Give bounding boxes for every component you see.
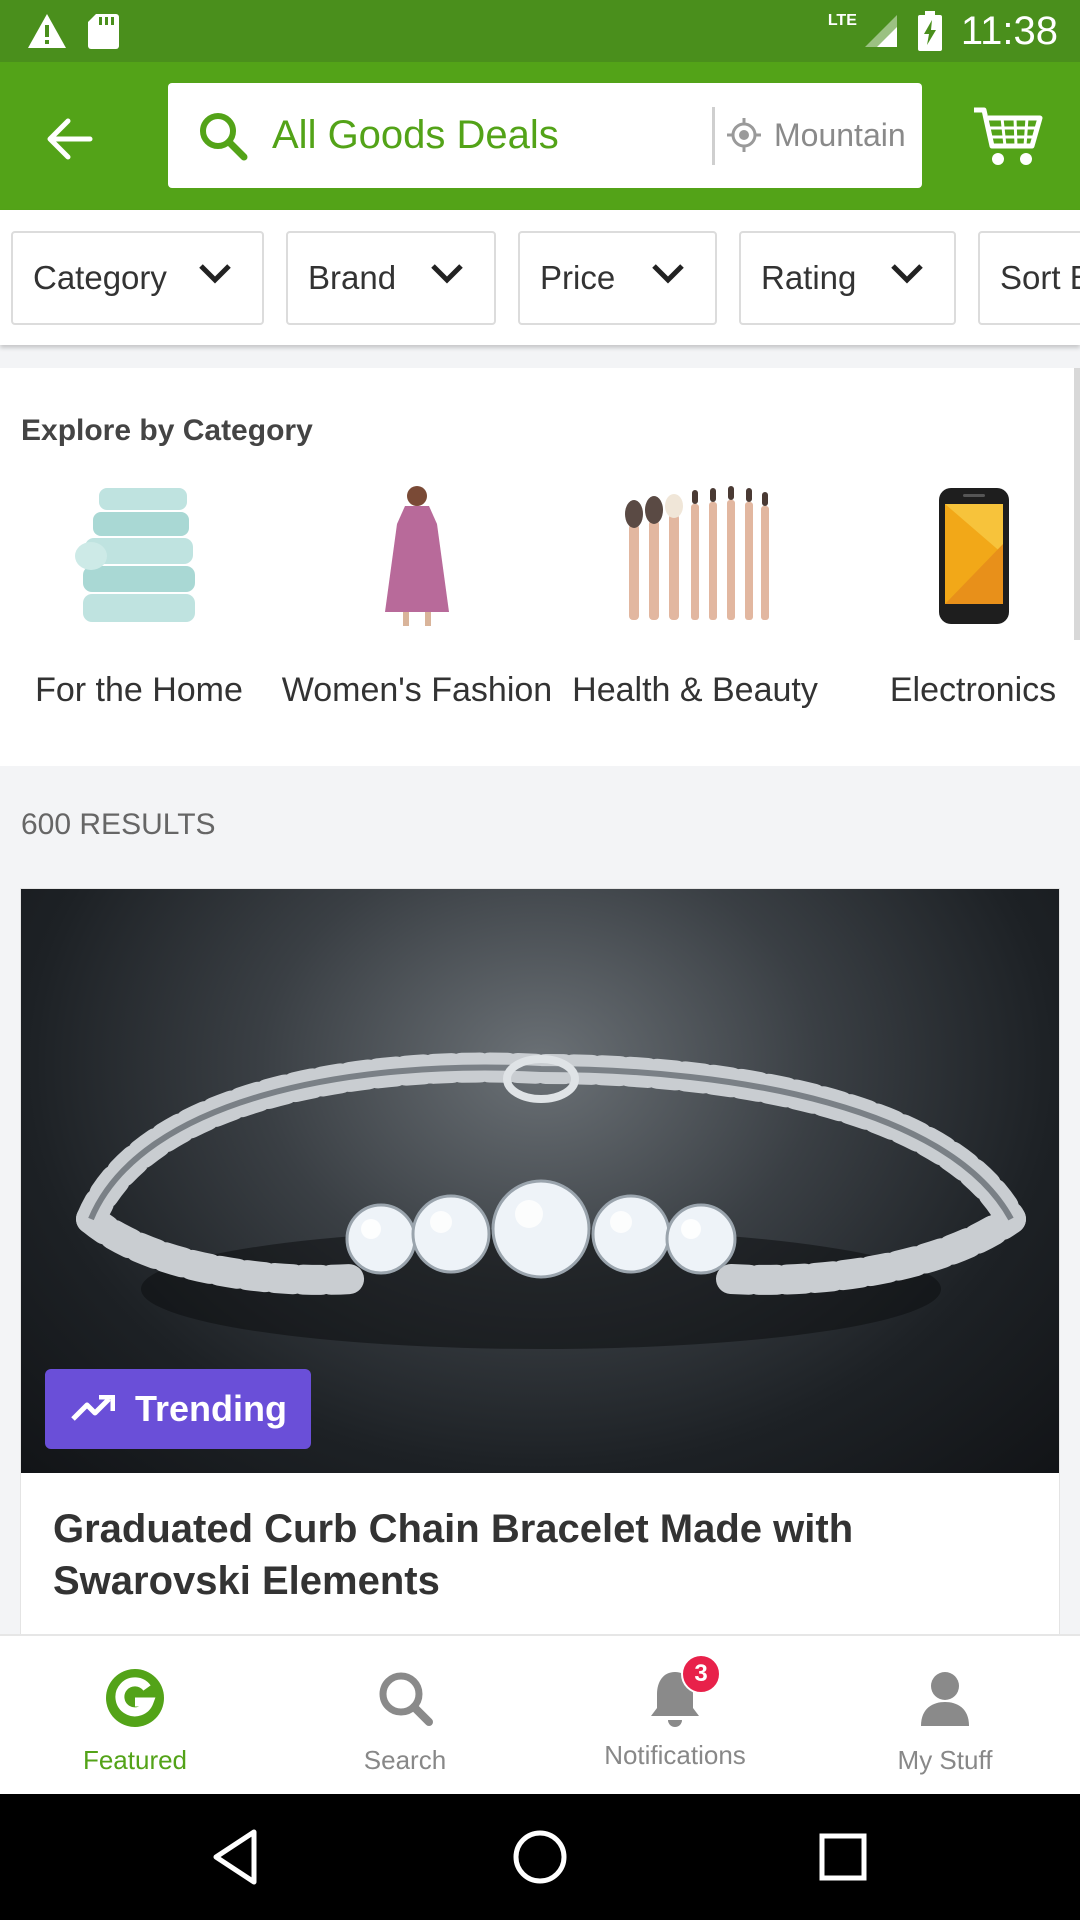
results-count: 600 RESULTS bbox=[21, 808, 216, 841]
section-title: Explore by Category bbox=[21, 414, 313, 447]
filter-sort[interactable]: Sort B bbox=[978, 231, 1080, 325]
chevron-down-icon bbox=[652, 264, 684, 284]
trending-label: Trending bbox=[135, 1388, 287, 1429]
category-health-beauty[interactable]: Health & Beauty bbox=[556, 484, 834, 733]
category-label: For the Home bbox=[35, 671, 243, 709]
status-bar: LTE 11:38 bbox=[0, 0, 1080, 62]
warning-icon bbox=[28, 14, 66, 48]
signal-icon bbox=[864, 15, 897, 47]
bracelet-image: Trending bbox=[21, 889, 1059, 1473]
search-bar[interactable]: All Goods Deals Mountain bbox=[168, 83, 922, 188]
filter-label: Sort B bbox=[1000, 259, 1080, 296]
filter-label: Brand bbox=[308, 259, 397, 296]
dress-image bbox=[385, 486, 449, 626]
groupon-g-icon bbox=[106, 1669, 164, 1727]
category-electronics[interactable]: Electronics bbox=[834, 484, 1080, 733]
brushes-image bbox=[625, 486, 769, 620]
filter-price[interactable]: Price bbox=[518, 231, 717, 325]
nav-label: Notifications bbox=[604, 1740, 746, 1770]
nav-search[interactable]: Search bbox=[270, 1636, 540, 1796]
filter-rating[interactable]: Rating bbox=[739, 231, 956, 325]
nav-label: My Stuff bbox=[897, 1745, 993, 1775]
back-icon[interactable] bbox=[204, 1824, 270, 1890]
filter-label: Category bbox=[33, 259, 167, 296]
nav-notifications[interactable]: 3 Notifications bbox=[540, 1636, 810, 1796]
category-label: Health & Beauty bbox=[572, 671, 818, 709]
deal-title[interactable]: Graduated Curb Chain Bracelet Made with … bbox=[53, 1503, 1013, 1607]
trending-badge: Trending bbox=[45, 1369, 311, 1449]
filter-category[interactable]: Category bbox=[11, 231, 264, 325]
recents-icon[interactable] bbox=[810, 1824, 876, 1890]
chevron-down-icon bbox=[891, 264, 923, 284]
search-icon bbox=[200, 113, 248, 161]
search-icon bbox=[379, 1672, 433, 1726]
filter-bar: Category Brand Price Rating Sort B bbox=[0, 210, 1080, 345]
search-divider bbox=[712, 107, 715, 165]
cart-icon[interactable] bbox=[972, 102, 1044, 170]
sd-card-icon bbox=[88, 14, 119, 49]
deal-card[interactable]: Trending Graduated Curb Chain Bracelet M… bbox=[20, 888, 1060, 1648]
explore-section: Explore by Category For the Home Women's… bbox=[0, 368, 1080, 766]
notification-badge: 3 bbox=[681, 1654, 721, 1694]
filter-brand[interactable]: Brand bbox=[286, 231, 496, 325]
location-field[interactable]: Mountain bbox=[774, 117, 910, 154]
category-label: Electronics bbox=[889, 671, 1057, 709]
search-query[interactable]: All Goods Deals bbox=[272, 113, 559, 158]
towels-image bbox=[75, 488, 195, 622]
category-womens-fashion[interactable]: Women's Fashion bbox=[278, 484, 556, 733]
back-arrow-icon[interactable] bbox=[40, 106, 106, 172]
system-nav-bar bbox=[0, 1794, 1080, 1920]
category-for-the-home[interactable]: For the Home bbox=[0, 484, 278, 733]
phone-image bbox=[939, 488, 1009, 624]
chevron-down-icon bbox=[431, 264, 463, 284]
filter-label: Rating bbox=[761, 259, 857, 296]
app-bar: All Goods Deals Mountain bbox=[0, 62, 1080, 210]
clock: 11:38 bbox=[960, 8, 1058, 53]
nav-featured[interactable]: Featured bbox=[0, 1636, 270, 1796]
bottom-nav: Featured Search 3 Notifications My Stuff bbox=[0, 1634, 1080, 1794]
home-icon[interactable] bbox=[507, 1824, 573, 1890]
network-type: LTE bbox=[827, 12, 857, 29]
battery-charging-icon bbox=[917, 11, 942, 51]
nav-label: Search bbox=[363, 1745, 447, 1775]
filter-label: Price bbox=[540, 259, 616, 296]
nav-my-stuff[interactable]: My Stuff bbox=[810, 1636, 1080, 1796]
location-icon bbox=[727, 118, 761, 152]
scroll-indicator[interactable] bbox=[1074, 368, 1080, 640]
nav-label: Featured bbox=[82, 1745, 188, 1775]
trending-up-icon bbox=[71, 1395, 115, 1421]
bell-icon-wrap: 3 bbox=[643, 1654, 721, 1730]
category-label: Women's Fashion bbox=[281, 671, 553, 709]
person-icon bbox=[921, 1672, 969, 1726]
chevron-down-icon bbox=[199, 264, 231, 284]
